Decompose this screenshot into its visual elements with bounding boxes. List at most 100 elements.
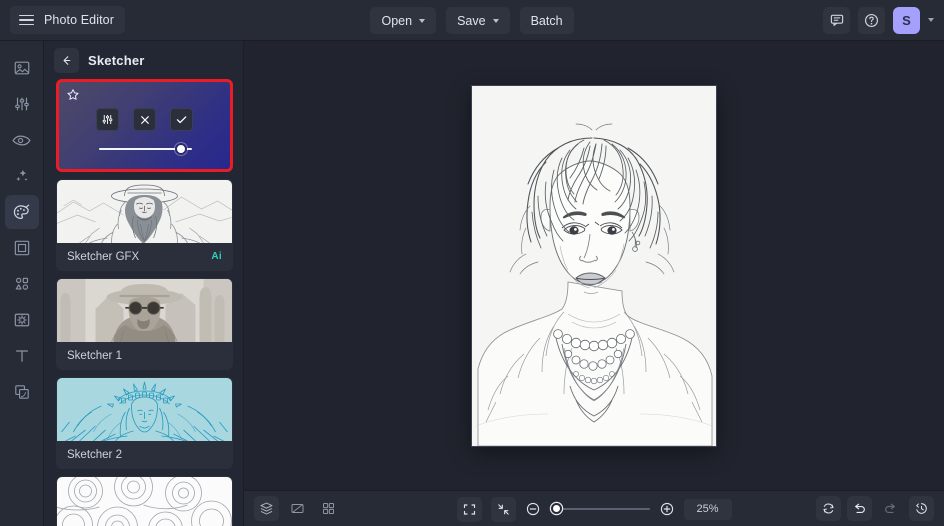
layers-copy-icon — [14, 385, 29, 399]
sparkles-icon — [15, 169, 27, 182]
preset-name: Sketcher 1 — [67, 349, 122, 362]
sidebar-item-layers[interactable] — [5, 375, 39, 409]
collapse-view-button[interactable] — [490, 496, 516, 522]
file-actions-group: Open Save Batch — [0, 0, 944, 41]
bottom-toolbar: 25% — [244, 490, 944, 526]
list-item[interactable] — [56, 476, 233, 526]
sidebar-item-photo[interactable] — [5, 51, 39, 85]
sidebar-item-frames[interactable] — [5, 231, 39, 265]
star-outline-icon — [67, 89, 79, 100]
reset-button[interactable] — [816, 496, 841, 521]
avatar[interactable]: S — [893, 6, 920, 34]
zoom-in-button[interactable] — [659, 501, 675, 517]
hamburger-icon — [19, 14, 34, 26]
preset-label-row: Sketcher 2 — [57, 441, 232, 468]
undo-button[interactable] — [847, 496, 872, 521]
save-button[interactable]: Save — [446, 7, 510, 34]
shapes-icon — [15, 277, 28, 290]
sketch-bearded-man-hat — [57, 180, 232, 243]
photo-editor-window: Photo Editor Open Save Batch S Sketcher … — [0, 0, 944, 526]
effect-settings-button[interactable] — [96, 108, 119, 131]
panel-header: Sketcher — [44, 41, 243, 79]
fit-screen-icon — [463, 503, 475, 515]
text-t-icon — [15, 350, 28, 362]
help-circle-icon — [865, 13, 878, 27]
favorite-star-button[interactable] — [66, 88, 80, 107]
history-tools-group — [816, 496, 934, 521]
sidebar-item-retouch[interactable] — [5, 123, 39, 157]
preset-thumbnail — [57, 378, 232, 441]
cyan-statue-of-liberty-lineart — [57, 378, 232, 441]
list-item[interactable]: Sketcher GFX Ai — [56, 179, 233, 271]
frame-icon — [14, 240, 29, 256]
preset-name: Sketcher GFX — [67, 250, 140, 263]
chevron-down-icon[interactable] — [928, 18, 934, 22]
effect-intensity-slider[interactable] — [99, 142, 192, 156]
workspace: Sketcher Sketcher GFX Ai Sketcher 1 Sket… — [0, 41, 944, 526]
check-icon — [176, 116, 187, 124]
help-button[interactable] — [858, 6, 885, 34]
arrow-left-icon — [63, 55, 71, 65]
plus-circle-icon — [660, 502, 673, 516]
sliders-icon — [14, 97, 29, 111]
undo-arrow-icon — [855, 503, 865, 514]
chevron-down-icon — [419, 19, 426, 23]
sepia-man-sunglasses-hat — [57, 279, 232, 342]
preset-name: Sketcher 2 — [67, 448, 122, 461]
feedback-button[interactable] — [823, 6, 850, 34]
preset-thumbnail — [57, 180, 232, 243]
effect-apply-button[interactable] — [170, 108, 193, 131]
sidebar-item-ai-effects[interactable] — [5, 159, 39, 193]
sidebar-item-effects[interactable] — [4, 195, 39, 229]
canvas-area[interactable] — [244, 41, 944, 490]
list-item[interactable]: Sketcher 2 — [56, 377, 233, 469]
list-item[interactable]: Sketcher 1 — [56, 278, 233, 370]
active-effect-card[interactable] — [56, 79, 233, 172]
canvas-column: 25% — [244, 41, 944, 526]
eye-icon — [12, 135, 31, 145]
compare-button[interactable] — [285, 496, 310, 521]
back-button[interactable] — [54, 47, 79, 73]
redo-button[interactable] — [878, 496, 903, 521]
fit-screen-button[interactable] — [456, 496, 482, 522]
white-line-art-roses — [57, 477, 232, 526]
effect-cancel-button[interactable] — [133, 108, 156, 131]
zoom-level-value[interactable]: 25% — [683, 498, 732, 520]
overlay-sticker-icon — [14, 313, 29, 327]
view-tools-group — [254, 496, 341, 521]
slider-handle[interactable] — [550, 503, 562, 514]
chat-bubble-icon — [830, 14, 843, 26]
reset-rotate-icon — [823, 503, 834, 514]
history-button[interactable] — [909, 496, 934, 521]
slider-track — [549, 508, 650, 510]
artboard[interactable] — [472, 85, 716, 446]
slider-handle[interactable] — [174, 143, 187, 155]
account-actions-group: S — [823, 6, 934, 34]
open-button[interactable]: Open — [370, 7, 437, 34]
preset-label-row: Sketcher 1 — [57, 342, 232, 369]
batch-button[interactable]: Batch — [519, 7, 574, 34]
sidebar-item-text[interactable] — [5, 339, 39, 373]
grid-view-button[interactable] — [316, 496, 341, 521]
history-clock-icon — [916, 503, 927, 514]
sidebar-item-adjust[interactable] — [5, 87, 39, 121]
tool-rail — [0, 41, 44, 526]
zoom-slider[interactable] — [549, 502, 650, 516]
sidebar-item-overlays[interactable] — [5, 303, 39, 337]
zoom-out-button[interactable] — [525, 501, 541, 517]
ai-badge: Ai — [211, 251, 222, 262]
preset-list[interactable]: Sketcher GFX Ai Sketcher 1 Sketcher 2 — [44, 79, 243, 526]
layers-button[interactable] — [254, 496, 279, 521]
top-toolbar: Photo Editor Open Save Batch S — [0, 0, 944, 41]
app-menu-button[interactable]: Photo Editor — [10, 6, 125, 34]
preset-thumbnail — [57, 477, 232, 526]
batch-label: Batch — [530, 13, 563, 28]
sidebar-item-shapes[interactable] — [5, 267, 39, 301]
save-label: Save — [457, 13, 486, 28]
minus-circle-icon — [526, 502, 539, 516]
preset-label-row: Sketcher GFX Ai — [57, 243, 232, 270]
close-x-icon — [140, 115, 149, 124]
effect-action-buttons — [59, 108, 230, 131]
layers-stack-icon — [260, 502, 273, 515]
image-portrait-icon — [14, 61, 29, 75]
